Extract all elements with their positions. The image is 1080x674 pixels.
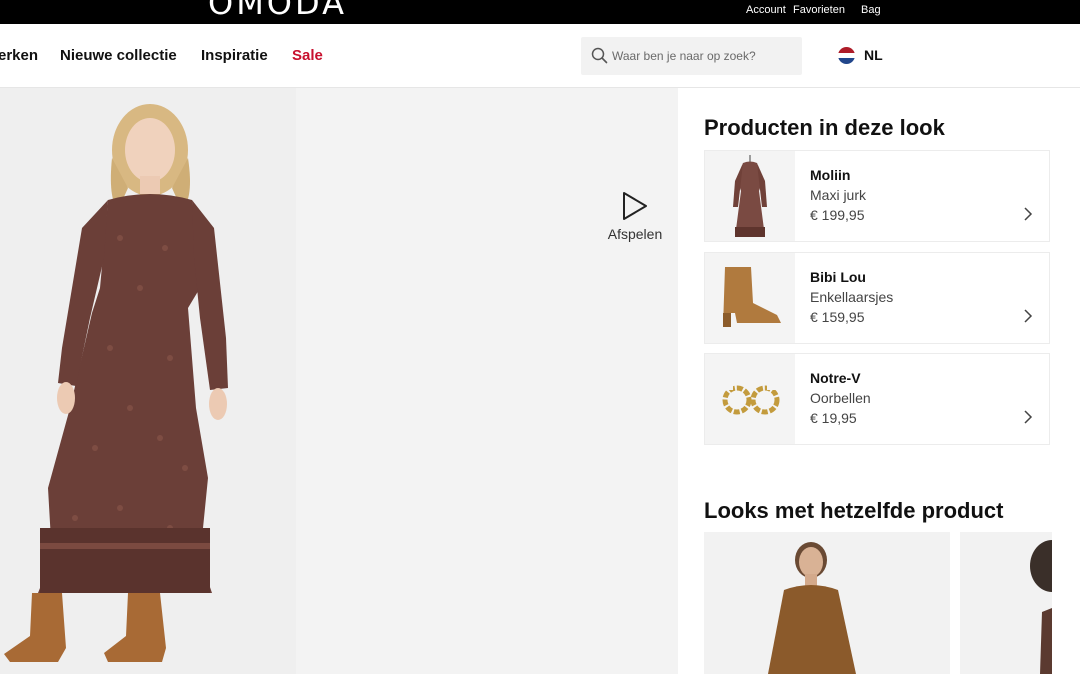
main-nav: erken Nieuwe collectie Inspiratie Sale N… bbox=[0, 24, 1080, 88]
product-brand: Bibi Lou bbox=[810, 269, 866, 285]
play-label: Afspelen bbox=[607, 226, 663, 242]
look-tile[interactable] bbox=[704, 532, 950, 674]
nav-item-sale[interactable]: Sale bbox=[292, 47, 323, 64]
model-illustration bbox=[0, 88, 296, 674]
product-card[interactable]: Bibi Lou Enkellaarsjes € 159,95 bbox=[704, 252, 1050, 344]
product-price: € 159,95 bbox=[810, 309, 865, 325]
nav-item-inspiration[interactable]: Inspiratie bbox=[201, 47, 268, 64]
play-icon bbox=[623, 192, 647, 220]
top-bar: OMODA Account Favorieten Bag bbox=[0, 0, 1080, 24]
product-card[interactable]: Notre-V Oorbellen € 19,95 bbox=[704, 353, 1050, 445]
look-photo bbox=[704, 532, 950, 674]
look-details: Producten in deze look Moliin Maxi jurk … bbox=[678, 88, 1080, 674]
language-label: NL bbox=[864, 47, 883, 63]
search-icon[interactable] bbox=[591, 47, 608, 64]
chevron-right-icon bbox=[1024, 207, 1033, 221]
looks-section-title: Looks met hetzelfde product bbox=[704, 498, 1004, 523]
model-photo bbox=[0, 88, 296, 674]
brand-logo[interactable]: OMODA bbox=[208, 0, 347, 22]
product-brand: Moliin bbox=[810, 167, 851, 183]
product-card[interactable]: Moliin Maxi jurk € 199,95 bbox=[704, 150, 1050, 242]
account-link[interactable]: Account bbox=[746, 4, 786, 16]
look-tile[interactable] bbox=[960, 532, 1052, 674]
look-photo bbox=[960, 532, 1052, 674]
bag-link[interactable]: Bag bbox=[861, 4, 881, 16]
product-thumbnail bbox=[705, 354, 795, 444]
chevron-right-icon bbox=[1024, 410, 1033, 424]
product-price: € 19,95 bbox=[810, 410, 857, 426]
product-brand: Notre-V bbox=[810, 370, 861, 386]
flag-nl-icon bbox=[838, 47, 855, 64]
product-type: Enkellaarsjes bbox=[810, 289, 894, 305]
favorites-link[interactable]: Favorieten bbox=[793, 4, 845, 16]
product-type: Oorbellen bbox=[810, 390, 871, 406]
search-box[interactable] bbox=[581, 37, 802, 75]
nav-item-new-collection[interactable]: Nieuwe collectie bbox=[60, 47, 177, 64]
product-price: € 199,95 bbox=[810, 207, 865, 223]
chevron-right-icon bbox=[1024, 309, 1033, 323]
search-input[interactable] bbox=[612, 37, 797, 75]
product-type: Maxi jurk bbox=[810, 187, 867, 203]
look-media: Afspelen bbox=[0, 88, 678, 674]
product-thumbnail bbox=[705, 253, 795, 343]
boot-thumbnail bbox=[705, 253, 795, 343]
earrings-thumbnail bbox=[705, 354, 795, 444]
products-section-title: Producten in deze look bbox=[704, 115, 945, 140]
play-video-button[interactable]: Afspelen bbox=[602, 188, 668, 248]
nav-item-merken[interactable]: erken bbox=[0, 47, 38, 64]
product-thumbnail bbox=[705, 151, 795, 241]
dress-thumbnail bbox=[705, 151, 795, 241]
